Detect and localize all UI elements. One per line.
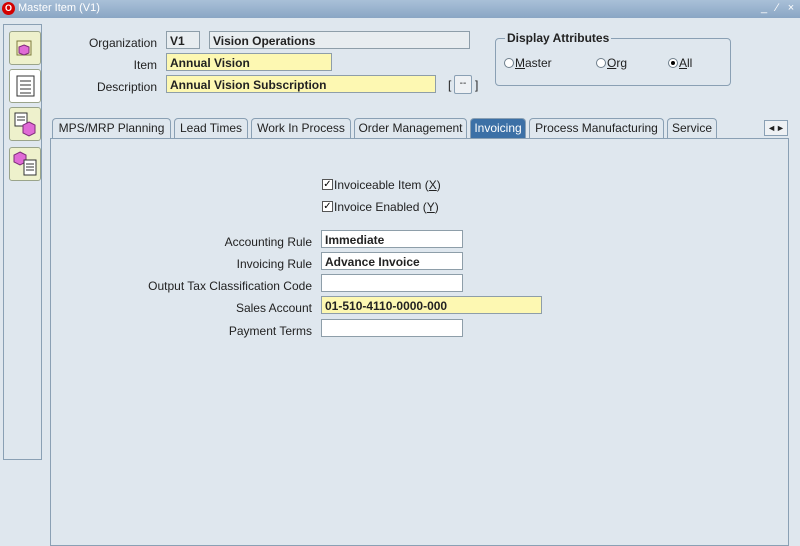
radio-master[interactable] bbox=[504, 58, 514, 68]
output-tax-classification-label: Output Tax Classification Code bbox=[148, 279, 312, 293]
close-button[interactable]: × bbox=[785, 1, 797, 15]
sales-account-label: Sales Account bbox=[235, 301, 312, 315]
invoicing-rule-field[interactable]: Advance Invoice bbox=[321, 252, 463, 270]
vtab-list[interactable] bbox=[9, 69, 41, 103]
sales-account-field[interactable]: 01-510-4110-0000-000 bbox=[321, 296, 542, 314]
restore-button[interactable]: ∕ bbox=[771, 1, 783, 15]
accounting-rule-field[interactable]: Immediate bbox=[321, 230, 463, 248]
radio-master-label[interactable]: Master bbox=[515, 56, 552, 70]
payment-terms-field[interactable] bbox=[321, 319, 463, 337]
tab-lead-times[interactable]: Lead Times bbox=[174, 118, 248, 138]
description-ellipsis-button[interactable]: -- bbox=[454, 75, 472, 94]
tab-service[interactable]: Service bbox=[667, 118, 717, 138]
item-detail-icon bbox=[13, 151, 37, 176]
oracle-logo-icon: O bbox=[2, 2, 15, 15]
organization-code-field[interactable]: V1 bbox=[166, 31, 200, 49]
invoiceable-item-label[interactable]: Invoiceable Item (X) bbox=[334, 178, 441, 192]
tab-process-manufacturing[interactable]: Process Manufacturing bbox=[529, 118, 664, 138]
accounting-rule-label: Accounting Rule bbox=[224, 235, 312, 249]
radio-all[interactable] bbox=[668, 58, 678, 68]
description-label: Description bbox=[96, 80, 157, 94]
radio-org[interactable] bbox=[596, 58, 606, 68]
list-icon bbox=[16, 75, 35, 97]
minimize-button[interactable]: _ bbox=[758, 1, 770, 15]
window-title: Master Item (V1) bbox=[18, 2, 100, 14]
payment-terms-label: Payment Terms bbox=[228, 324, 312, 338]
tab-invoicing[interactable]: Invoicing bbox=[470, 118, 526, 138]
vertical-tab-strip bbox=[3, 24, 42, 460]
item-list-icon bbox=[14, 112, 36, 137]
bracket-right: ] bbox=[475, 78, 479, 92]
window-titlebar: O Master Item (V1) _ ∕ × bbox=[0, 0, 800, 18]
item-field[interactable]: Annual Vision bbox=[166, 53, 332, 71]
bracket-left: [ bbox=[448, 78, 452, 92]
item-cube-icon bbox=[16, 40, 32, 56]
invoice-enabled-checkbox[interactable]: ✓ bbox=[322, 201, 333, 212]
display-attributes-title: Display Attributes bbox=[505, 31, 612, 45]
tab-order-management[interactable]: Order Management bbox=[354, 118, 467, 138]
description-field[interactable]: Annual Vision Subscription bbox=[166, 75, 436, 93]
radio-org-label[interactable]: Org bbox=[607, 56, 627, 70]
item-label: Item bbox=[133, 58, 157, 72]
organization-label: Organization bbox=[88, 36, 157, 50]
output-tax-classification-field[interactable] bbox=[321, 274, 463, 292]
invoice-enabled-label[interactable]: Invoice Enabled (Y) bbox=[334, 200, 439, 214]
vtab-item-list[interactable] bbox=[9, 107, 41, 141]
tab-mps-mrp-planning[interactable]: MPS/MRP Planning bbox=[52, 118, 171, 138]
invoicing-rule-label: Invoicing Rule bbox=[236, 257, 312, 271]
vtab-item-icon[interactable] bbox=[9, 31, 41, 65]
vtab-item-detail[interactable] bbox=[9, 147, 41, 181]
tab-work-in-process[interactable]: Work In Process bbox=[251, 118, 351, 138]
tab-scroll-button[interactable]: ◄► bbox=[764, 120, 788, 136]
invoiceable-item-checkbox[interactable]: ✓ bbox=[322, 179, 333, 190]
radio-all-label[interactable]: All bbox=[679, 56, 692, 70]
organization-name-field[interactable]: Vision Operations bbox=[209, 31, 470, 49]
